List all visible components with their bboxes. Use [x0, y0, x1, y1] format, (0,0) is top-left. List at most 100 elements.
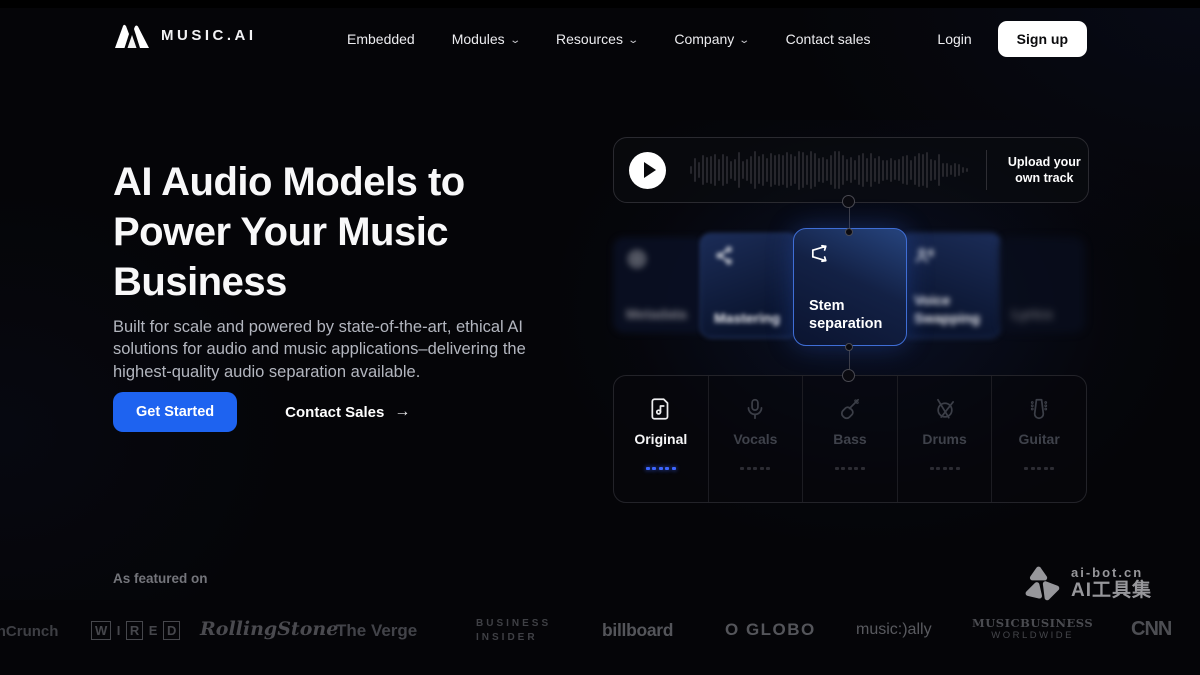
logo-rollingstone: RollingStone — [200, 618, 338, 640]
waveform-bar — [926, 152, 928, 187]
waveform-bar — [838, 151, 840, 188]
connector-node — [845, 228, 853, 236]
waveform-bar — [698, 162, 700, 178]
track-progress-dots — [1024, 467, 1054, 470]
stem-track-label: Drums — [922, 431, 966, 447]
share-nodes-icon — [714, 245, 736, 267]
waveform-bar — [766, 158, 768, 183]
wired-letter: R — [126, 621, 143, 640]
nav-item-label: Company — [674, 31, 734, 47]
waveform[interactable] — [690, 147, 978, 193]
nav-item-contact-sales[interactable]: Contact sales — [786, 31, 871, 47]
logo-theverge: The Verge — [336, 621, 417, 641]
nav-right: Login Sign up — [937, 8, 1087, 70]
waveform-bar — [754, 151, 756, 189]
logo-musically: music:)ally — [856, 621, 932, 639]
logo-businessinsider: BUSINESSINSIDER — [476, 617, 551, 644]
progress-dot — [861, 467, 865, 470]
waveform-bar — [750, 156, 752, 183]
stem-track-label: Bass — [833, 431, 866, 447]
progress-dot — [1031, 467, 1035, 470]
signup-button[interactable]: Sign up — [998, 21, 1087, 57]
nav-item-label: Contact sales — [786, 31, 871, 47]
waveform-bar — [714, 154, 716, 185]
waveform-bar — [954, 163, 956, 177]
nav-item-modules[interactable]: Modules⌄ — [452, 31, 519, 47]
stems-panel: OriginalVocals Bass Drums Guitar — [613, 375, 1087, 503]
upload-track-button[interactable]: Upload your own track — [1001, 154, 1088, 186]
progress-dot — [760, 467, 764, 470]
waveform-bar — [746, 159, 748, 181]
progress-dot — [930, 467, 934, 470]
wired-letter: E — [146, 622, 161, 639]
voice-swap-icon — [914, 245, 936, 267]
connector-node — [842, 195, 855, 208]
stem-track-drums[interactable]: Drums — [897, 376, 992, 502]
stem-track-bass[interactable]: Bass — [802, 376, 897, 502]
module-card-stem-separation[interactable]: Stem separation — [793, 228, 907, 346]
waveform-bar — [842, 155, 844, 184]
progress-dot — [848, 467, 852, 470]
hero-title-line: Power Your Music — [113, 210, 448, 254]
module-card-label: Metadata — [626, 305, 687, 323]
waveform-bar — [826, 159, 828, 181]
nav-item-embedded[interactable]: Embedded — [347, 31, 415, 47]
progress-dot — [652, 467, 656, 470]
nav-item-company[interactable]: Company ⌄ — [674, 31, 748, 47]
waveform-bar — [898, 159, 900, 181]
waveform-bar — [802, 152, 804, 188]
module-card-lyrics[interactable]: Lyrics — [999, 237, 1085, 333]
waveform-bar — [958, 164, 960, 175]
split-arrows-icon — [809, 242, 831, 264]
waveform-bar — [878, 156, 880, 185]
brand-name: MUSIC.AI — [161, 27, 257, 44]
waveform-bar — [786, 152, 788, 188]
waveform-bar — [886, 160, 888, 180]
progress-dot — [1044, 467, 1048, 470]
progress-dot — [841, 467, 845, 470]
waveform-bar — [814, 153, 816, 186]
waveform-bar — [918, 153, 920, 187]
login-link[interactable]: Login — [937, 31, 971, 47]
page: MUSIC.AI Embedded Modules⌄ Resources⌄ Compa… — [0, 0, 1200, 675]
watermark-text: ai-bot.cn AI工具集 — [1071, 565, 1152, 602]
module-card-mastering[interactable]: Mastering — [700, 233, 798, 338]
get-started-button[interactable]: Get Started — [113, 392, 237, 432]
waveform-bar — [914, 156, 916, 185]
nav-item-resources[interactable]: Resources⌄ — [556, 31, 637, 47]
chevron-down-icon: ⌄ — [627, 35, 639, 46]
module-card-voice-swapping[interactable]: Voice Swapping — [900, 233, 1001, 338]
progress-dot — [740, 467, 744, 470]
play-button[interactable] — [629, 152, 666, 189]
contact-sales-link[interactable]: Contact Sales → — [285, 403, 410, 421]
waveform-bar — [782, 155, 784, 185]
brand-logo[interactable]: MUSIC.AI — [113, 22, 257, 48]
track-progress-dots — [646, 467, 676, 470]
watermark-line1: ai-bot.cn — [1071, 565, 1152, 580]
module-card-metadata[interactable]: Metadata — [613, 237, 708, 333]
logo-billboard: billboard — [602, 620, 673, 641]
stem-track-label: Guitar — [1019, 431, 1060, 447]
bass-guitar-icon — [837, 396, 863, 422]
stem-track-vocals[interactable]: Vocals — [708, 376, 803, 502]
waveform-bar — [874, 158, 876, 182]
waveform-bar — [690, 166, 692, 174]
circle-icon — [626, 248, 648, 270]
waveform-bar — [770, 153, 772, 187]
top-strip — [0, 0, 1200, 8]
waveform-bar — [850, 157, 852, 184]
stem-track-guitar[interactable]: Guitar — [991, 376, 1086, 502]
chevron-down-icon: ⌄ — [739, 35, 751, 46]
stem-track-original[interactable]: Original — [614, 376, 708, 502]
waveform-bar — [962, 167, 964, 174]
waveform-bar — [834, 151, 836, 190]
arrow-right-icon: → — [394, 403, 410, 421]
waveform-bar — [726, 156, 728, 184]
progress-dot — [943, 467, 947, 470]
wired-letter: I — [114, 622, 124, 639]
connector-node — [842, 369, 855, 382]
waveform-bar — [710, 156, 712, 184]
waveform-bar — [722, 154, 724, 186]
waveform-bar — [810, 151, 812, 190]
drums-icon — [932, 396, 958, 422]
